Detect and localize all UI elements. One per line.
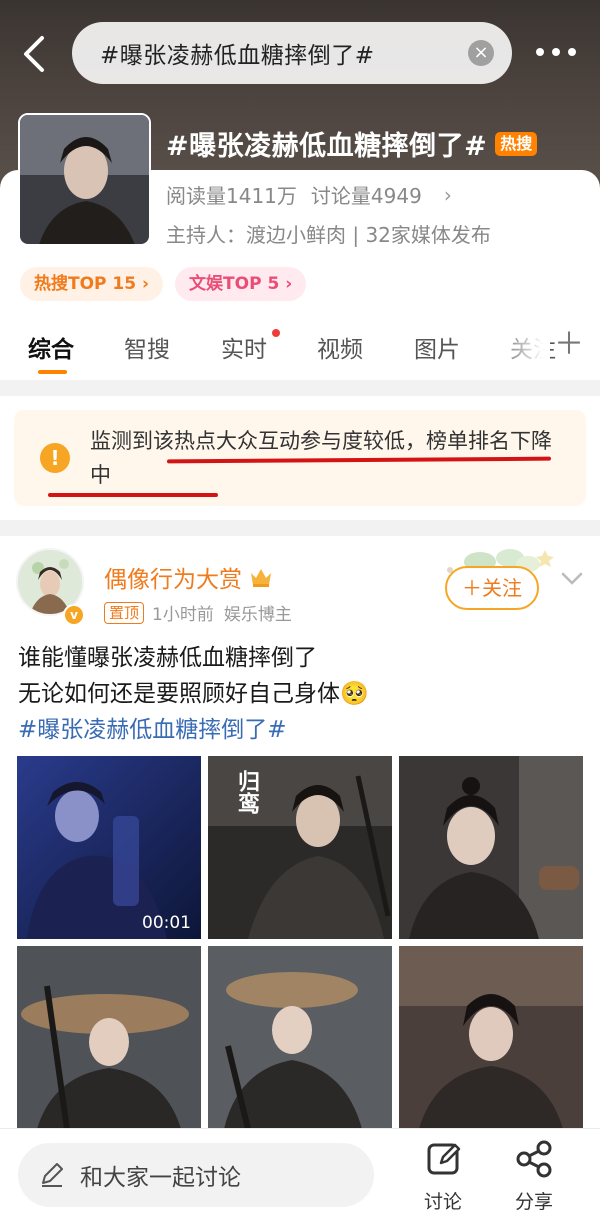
post-video-thumbnail[interactable]: 00:01 [17,756,201,939]
post-image[interactable] [399,756,583,939]
tab-fade [490,318,550,368]
discuss-label: 讨论 [423,1191,462,1213]
pencil-icon [42,1163,63,1187]
discuss-button[interactable]: 讨论 [415,1139,471,1214]
discussion-count: 讨论量4949 [310,184,422,208]
topic-cover-image[interactable] [18,113,151,246]
post-author-name[interactable]: 偶像行为大赏 [104,560,242,594]
chevron-down-icon[interactable] [560,568,584,588]
post-image[interactable]: 归鸾 [208,756,392,939]
tab-realtime[interactable]: 实时 [221,330,267,364]
topic-stats[interactable]: 阅读量1411万 讨论量4949 › [166,180,452,209]
follow-button[interactable]: ＋关注 [445,566,539,610]
clear-icon[interactable]: × [468,40,494,66]
tab-smart-search[interactable]: 智搜 [124,330,170,364]
hot-search-rank-pill[interactable]: 热搜TOP 15 › [20,267,164,301]
video-duration: 00:01 [142,913,191,933]
post-line: 谁能懂曝张凌赫低血糖摔倒了 [18,645,317,671]
post-hashtag-link[interactable]: #曝张凌赫低血糖摔倒了# [18,712,369,748]
topic-host[interactable]: 主持人：渡边小鲜肉 | 32家媒体发布 [166,219,491,248]
back-arrow-icon[interactable] [20,34,50,74]
read-count: 阅读量1411万 [166,184,297,208]
new-content-dot [272,329,280,337]
search-query-text: #曝张凌赫低血糖摔倒了# [100,43,375,69]
entertainment-rank-pill[interactable]: 文娱TOP 5 › [175,267,307,301]
add-tab-icon[interactable]: ＋ [554,330,584,360]
divider [0,520,600,536]
search-input[interactable]: #曝张凌赫低血糖摔倒了# × [72,22,512,84]
post-line: 无论如何还是要照顾好自己身体🥺 [18,681,369,707]
divider [0,380,600,396]
post-content[interactable]: 谁能懂曝张凌赫低血糖摔倒了 无论如何还是要照顾好自己身体🥺 #曝张凌赫低血糖摔倒… [18,640,369,748]
share-button[interactable]: 分享 [506,1139,562,1214]
post-image[interactable] [208,946,392,1129]
post-time: 1小时前 [152,605,214,625]
share-label: 分享 [514,1191,553,1213]
red-underline-annotation [48,493,218,497]
bottom-action-bar: 和大家一起讨论 讨论 分享 [0,1128,600,1223]
more-options-icon[interactable] [536,42,576,62]
post-image-grid: 00:01 归鸾 [17,756,583,1129]
warning-icon: ! [40,443,70,473]
tab-comprehensive[interactable]: 综合 [28,330,74,364]
pinned-badge: 置顶 [104,601,145,624]
hot-badge: 热搜 [495,131,538,156]
verified-badge-icon: v [63,604,85,626]
tab-video[interactable]: 视频 [317,330,363,364]
share-icon [516,1140,552,1178]
crown-badge-icon [251,569,271,587]
topic-title: #曝张凌赫低血糖摔倒了# [166,131,488,162]
chevron-right-icon: › [443,182,452,207]
discussion-placeholder: 和大家一起讨论 [80,1165,241,1191]
edit-icon [427,1143,461,1175]
image-caption: 归鸾 [234,770,259,814]
author-category: 娱乐博主 [223,605,292,625]
post-image[interactable] [17,946,201,1129]
discussion-input[interactable]: 和大家一起讨论 [18,1143,374,1207]
active-tab-indicator [38,370,67,374]
post-image[interactable] [399,946,583,1129]
tab-images[interactable]: 图片 [414,330,460,364]
